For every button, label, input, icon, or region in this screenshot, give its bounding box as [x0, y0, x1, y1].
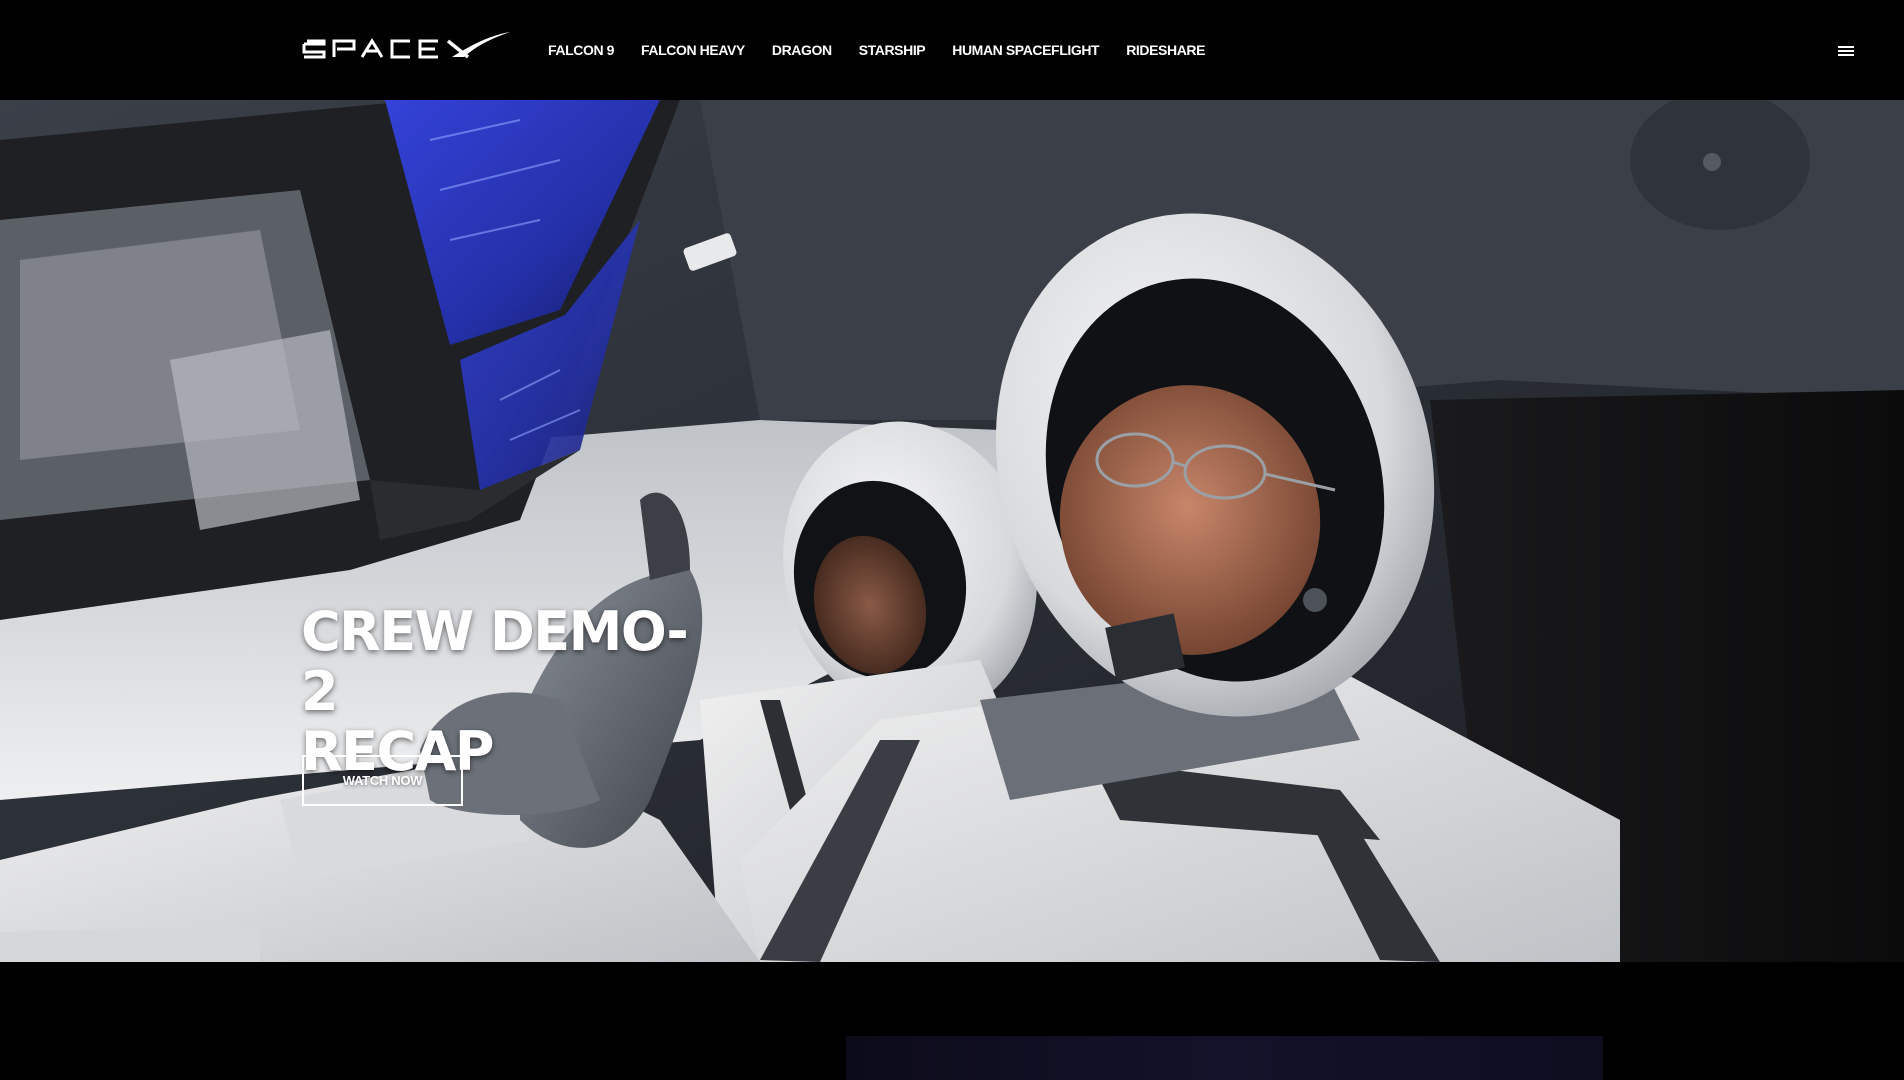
nav-item-dragon[interactable]: DRAGON	[772, 42, 832, 58]
site-header: FALCON 9 FALCON HEAVY DRAGON STARSHIP HU…	[0, 0, 1904, 100]
menu-line	[1838, 54, 1854, 56]
nav-item-starship[interactable]: STARSHIP	[859, 42, 926, 58]
hero-title-line-1: CREW DEMO-2	[301, 600, 689, 723]
nav-item-human-spaceflight[interactable]: HUMAN SPACEFLIGHT	[952, 42, 1099, 58]
hamburger-menu-icon[interactable]	[1835, 44, 1857, 60]
astronauts-in-dragon-capsule-photo	[0, 100, 1904, 962]
hero-section: CREW DEMO-2 RECAP WATCH NOW	[0, 100, 1904, 962]
menu-line	[1838, 50, 1854, 52]
nav-item-falcon-heavy[interactable]: FALCON HEAVY	[641, 42, 745, 58]
page: FALCON 9 FALCON HEAVY DRAGON STARSHIP HU…	[0, 0, 1904, 1080]
nav-item-falcon-9[interactable]: FALCON 9	[548, 42, 614, 58]
watch-now-button[interactable]: WATCH NOW	[302, 755, 463, 806]
spacex-logo-icon	[302, 32, 510, 59]
menu-line	[1838, 46, 1854, 48]
main-nav: FALCON 9 FALCON HEAVY DRAGON STARSHIP HU…	[548, 0, 1232, 100]
nav-item-rideshare[interactable]: RIDESHARE	[1126, 42, 1205, 58]
spacex-logo[interactable]	[302, 30, 512, 62]
next-section-image-preview	[846, 1036, 1603, 1080]
